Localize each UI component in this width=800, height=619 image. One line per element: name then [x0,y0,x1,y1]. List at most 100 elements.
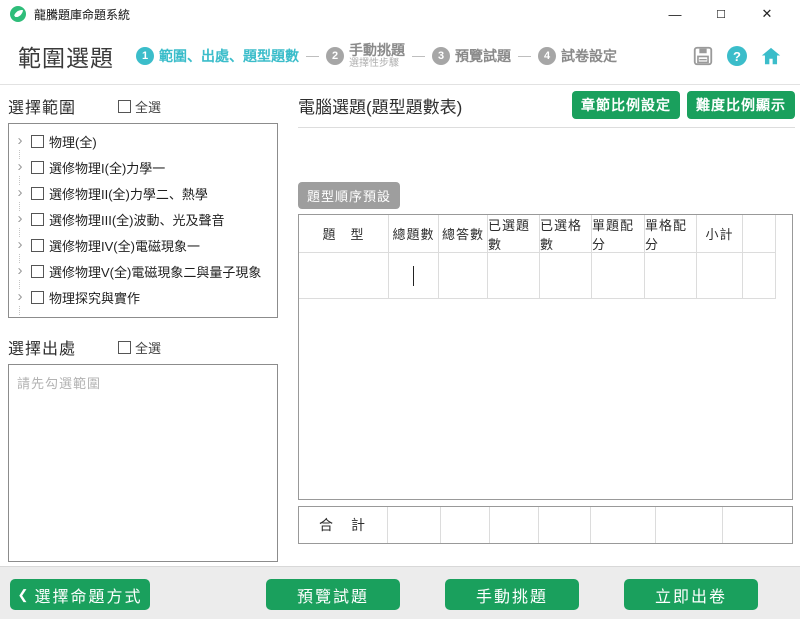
checkbox[interactable] [31,265,44,278]
divider [298,127,795,128]
tree-item[interactable]: › 選修物理IV(全)電磁現象一 [9,232,277,258]
step-separator: — [306,48,319,63]
page-title: 範圍選題 [18,39,114,73]
step-separator: — [518,48,531,63]
step-2-manual-pick[interactable]: 2 手動挑題 選擇性步驟 [326,43,405,69]
col-header-subtotal: 小計 [697,215,743,253]
select-all-label: 全選 [135,338,161,357]
wizard-steps: 1 範圍、出處、題型題數 — 2 手動挑題 選擇性步驟 — 3 預覽試題 — 4… [136,43,617,69]
total-cell [656,507,723,543]
expand-chevron-icon[interactable]: › [14,161,26,173]
save-icon[interactable] [692,45,714,67]
extra-cell [743,253,776,299]
expand-chevron-icon[interactable]: › [14,265,26,277]
main-panel-title: 電腦選題(題型題數表) [298,93,462,118]
step-separator: — [412,48,425,63]
checkbox[interactable] [31,213,44,226]
manual-pick-button[interactable]: 手動挑題 [445,579,579,610]
step-3-label: 預覽試題 [455,46,511,66]
step-3-number-badge: 3 [432,47,450,65]
total-answers-cell[interactable] [439,253,488,299]
minimize-icon[interactable]: — [652,1,698,27]
total-cell [388,507,441,543]
step-1-label: 範圍、出處、題型題數 [159,46,299,66]
total-cell [539,507,591,543]
expand-chevron-icon[interactable]: › [14,135,26,147]
app-logo-icon [10,6,26,22]
total-questions-cell[interactable] [389,253,439,299]
range-select-all[interactable]: 全選 [118,97,161,116]
col-header-selected-questions: 已選題數 [488,215,540,253]
expand-chevron-icon[interactable]: › [14,291,26,303]
col-header-total-questions: 總題數 [389,215,439,253]
subtotal-cell[interactable] [697,253,743,299]
window-titlebar: 龍騰題庫命題系統 — ☐ ✕ [0,0,800,28]
step-1-number-badge: 1 [136,47,154,65]
col-header-points-per-question: 單題配分 [592,215,645,253]
type-cell[interactable] [299,253,389,299]
step-3-preview[interactable]: 3 預覽試題 [432,46,511,66]
selected-cells-cell[interactable] [540,253,592,299]
step-1-range[interactable]: 1 範圍、出處、題型題數 [136,46,299,66]
text-caret [413,266,414,286]
range-tree: › 物理(全) › 選修物理I(全)力學一 › 選修物理II(全)力學二、熱學 … [8,123,278,318]
source-panel-title: 選擇出處 [8,335,76,359]
step-4-paper-settings[interactable]: 4 試卷設定 [538,46,617,66]
checkbox[interactable] [31,161,44,174]
col-header-selected-cells: 已選格數 [540,215,592,253]
generate-paper-button[interactable]: 立即出卷 [624,579,758,610]
back-to-method-button[interactable]: ❮ 選擇命題方式 [10,579,150,610]
checkbox[interactable] [31,135,44,148]
step-2-sublabel: 選擇性步驟 [349,58,405,69]
source-placeholder: 請先勾選範圍 [17,376,101,391]
range-panel-title: 選擇範圍 [8,94,76,118]
chapter-ratio-button[interactable]: 章節比例設定 [572,91,680,119]
total-cell [591,507,656,543]
difficulty-ratio-button[interactable]: 難度比例顯示 [687,91,795,119]
col-header-type: 題 型 [299,215,389,253]
total-row-table: 合 計 [298,506,793,544]
select-all-label: 全選 [135,97,161,116]
expand-chevron-icon[interactable]: › [14,239,26,251]
back-chevron-icon: ❮ [18,587,29,603]
tree-item[interactable]: › 選修物理I(全)力學一 [9,154,277,180]
maximize-icon[interactable]: ☐ [698,1,744,27]
step-2-label: 手動挑題 [349,43,405,58]
expand-chevron-icon[interactable]: › [14,187,26,199]
selected-questions-cell[interactable] [488,253,540,299]
tree-item[interactable]: › 物理探究與實作 [9,284,277,310]
tree-item[interactable]: › 物理(全) [9,128,277,154]
tree-item-label: 選修物理V(全)電磁現象二與量子現象 [49,262,261,281]
col-header-points-per-cell: 單格配分 [645,215,697,253]
checkbox[interactable] [31,187,44,200]
checkbox[interactable] [31,291,44,304]
total-cell [723,507,792,543]
col-header-total-answers: 總答數 [439,215,488,253]
checkbox[interactable] [31,239,44,252]
points-per-question-cell[interactable] [592,253,645,299]
tree-item[interactable]: › 選修物理III(全)波動、光及聲音 [9,206,277,232]
close-icon[interactable]: ✕ [744,1,790,27]
tree-item-label: 物理探究與實作 [49,288,140,307]
tree-item-label: 物理(全) [49,132,97,151]
total-cell [490,507,539,543]
col-header-extra [743,215,776,253]
expand-chevron-icon[interactable]: › [14,213,26,225]
select-all-checkbox[interactable] [118,341,131,354]
tree-item-label: 選修物理II(全)力學二、熱學 [49,184,208,203]
source-select-all[interactable]: 全選 [118,338,161,357]
back-button-label: 選擇命題方式 [34,583,142,607]
home-icon[interactable] [760,45,782,67]
tree-item[interactable]: › 選修物理II(全)力學二、熱學 [9,180,277,206]
question-order-badge[interactable]: 題型順序預設 [298,182,400,209]
window-title: 龍騰題庫命題系統 [34,6,130,23]
tree-item-label: 選修物理I(全)力學一 [49,158,165,177]
select-all-checkbox[interactable] [118,100,131,113]
total-cell [441,507,490,543]
points-per-cell-cell[interactable] [645,253,697,299]
tree-item[interactable]: › 選修物理V(全)電磁現象二與量子現象 [9,258,277,284]
step-4-label: 試卷設定 [561,46,617,66]
help-icon[interactable]: ? [727,46,747,66]
preview-questions-button[interactable]: 預覽試題 [266,579,400,610]
source-list: 請先勾選範圍 [8,364,278,562]
